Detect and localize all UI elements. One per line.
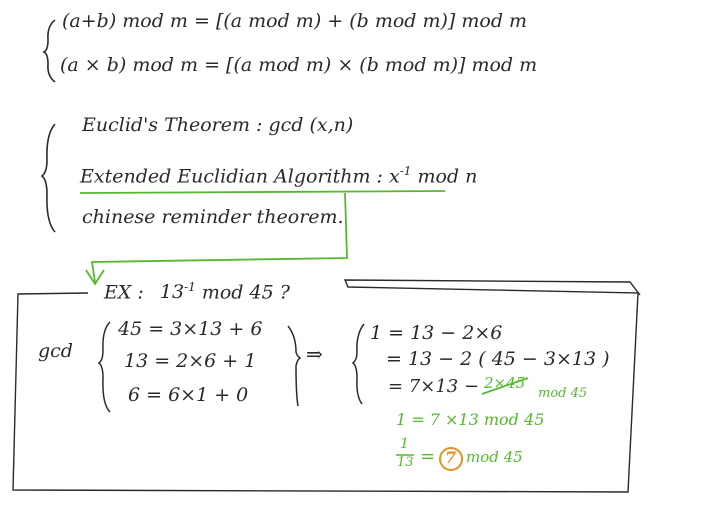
result-equation: 1 = 7 ×13 mod 45	[396, 410, 545, 429]
back-step-1: 1 = 13 − 2×6	[370, 322, 503, 344]
answer-value: 7	[445, 448, 457, 467]
back-step-2: = 13 − 2 ( 45 − 3×13 )	[386, 348, 610, 370]
gcd-step-3: 6 = 6×1 + 0	[128, 384, 249, 406]
green-connector	[79, 190, 446, 283]
topic-extended-exponent: -1	[399, 164, 412, 178]
brace-topics	[40, 123, 56, 233]
fraction-denominator: 13	[397, 455, 414, 470]
bracket-gcd-close	[287, 325, 302, 407]
gcd-step-1: 45 = 3×13 + 6	[118, 318, 263, 340]
struck-term: 2×45	[484, 374, 526, 392]
brace-back	[351, 323, 365, 405]
gcd-step-2: 13 = 2×6 + 1	[124, 350, 257, 372]
question-exponent: -1	[184, 280, 196, 294]
brace-mod-rules	[42, 19, 56, 83]
whiteboard-canvas: (a+b) mod m = [(a mod m) + (b mod m)] mo…	[0, 0, 723, 505]
gcd-label: gcd	[38, 340, 73, 362]
topic-chinese-remainder: chinese reminder theorem.	[82, 206, 344, 228]
example-label: EX :	[104, 281, 144, 304]
equals-sign: =	[420, 446, 436, 467]
topic-extended-label: Extended Euclidian Algorithm : x	[80, 165, 400, 188]
fraction-numerator: 1	[400, 436, 409, 452]
question-tail: mod 45 ?	[201, 281, 290, 304]
question-base: 13	[159, 281, 185, 304]
implies-arrow: ⇒	[306, 342, 323, 366]
topic-extended-euclid: Extended Euclidian Algorithm : x-1 mod n	[80, 164, 477, 187]
back-step-3: = 7×13 −	[388, 376, 480, 397]
topic-extended-tail: mod n	[417, 165, 478, 188]
mod-note: mod 45	[538, 386, 588, 401]
answer-tail: mod 45	[466, 448, 523, 466]
mod-rule-addition: (a+b) mod m = [(a mod m) + (b mod m)] mo…	[62, 10, 528, 32]
brace-gcd	[97, 321, 111, 413]
mod-rule-multiplication: (a × b) mod m = [(a mod m) × (b mod m)] …	[60, 54, 538, 76]
topic-euclid: Euclid's Theorem : gcd (x,n)	[82, 114, 354, 136]
example-question: EX : 13-1 mod 45 ?	[104, 280, 290, 303]
